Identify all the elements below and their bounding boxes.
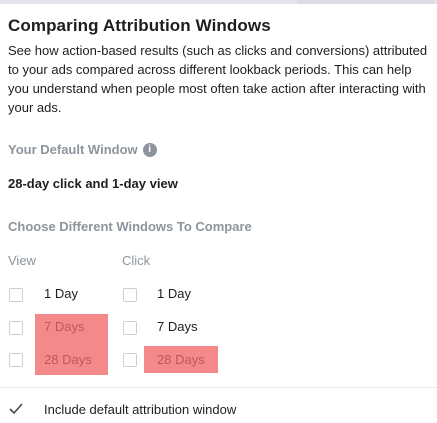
view-28-days-label: 28 Days: [44, 352, 92, 367]
scroll-indicator: [297, 0, 435, 4]
click-column-header: Click: [122, 253, 151, 268]
include-default-checkbox[interactable]: [8, 402, 24, 416]
click-7-days-label: 7 Days: [157, 319, 198, 334]
view-7-days-checkbox[interactable]: [9, 321, 23, 335]
view-column-header: View: [8, 253, 36, 268]
view-7-days-label: 7 Days: [44, 319, 85, 334]
click-1-day-checkbox[interactable]: [123, 288, 137, 302]
compare-windows-heading: Choose Different Windows To Compare: [8, 219, 252, 234]
panel-title: Comparing Attribution Windows: [8, 16, 271, 35]
click-28-days-checkbox[interactable]: [123, 353, 137, 367]
top-divider: [0, 0, 437, 4]
click-1-day-label: 1 Day: [157, 286, 191, 301]
section-divider: [0, 387, 437, 388]
default-window-heading: Your Default Window i: [8, 142, 157, 157]
click-28-days-label: 28 Days: [157, 352, 205, 367]
include-default-label: Include default attribution window: [44, 402, 237, 417]
view-1-day-checkbox[interactable]: [9, 288, 23, 302]
default-window-value: 28-day click and 1-day view: [8, 176, 178, 191]
checkmark-icon: [9, 403, 23, 415]
click-7-days-checkbox[interactable]: [123, 321, 137, 335]
view-1-day-label: 1 Day: [44, 286, 78, 301]
default-window-label: Your Default Window: [8, 142, 138, 157]
info-icon[interactable]: i: [142, 142, 157, 157]
panel-description: See how action-based results (such as cl…: [8, 43, 428, 115]
view-28-days-checkbox[interactable]: [9, 353, 23, 367]
